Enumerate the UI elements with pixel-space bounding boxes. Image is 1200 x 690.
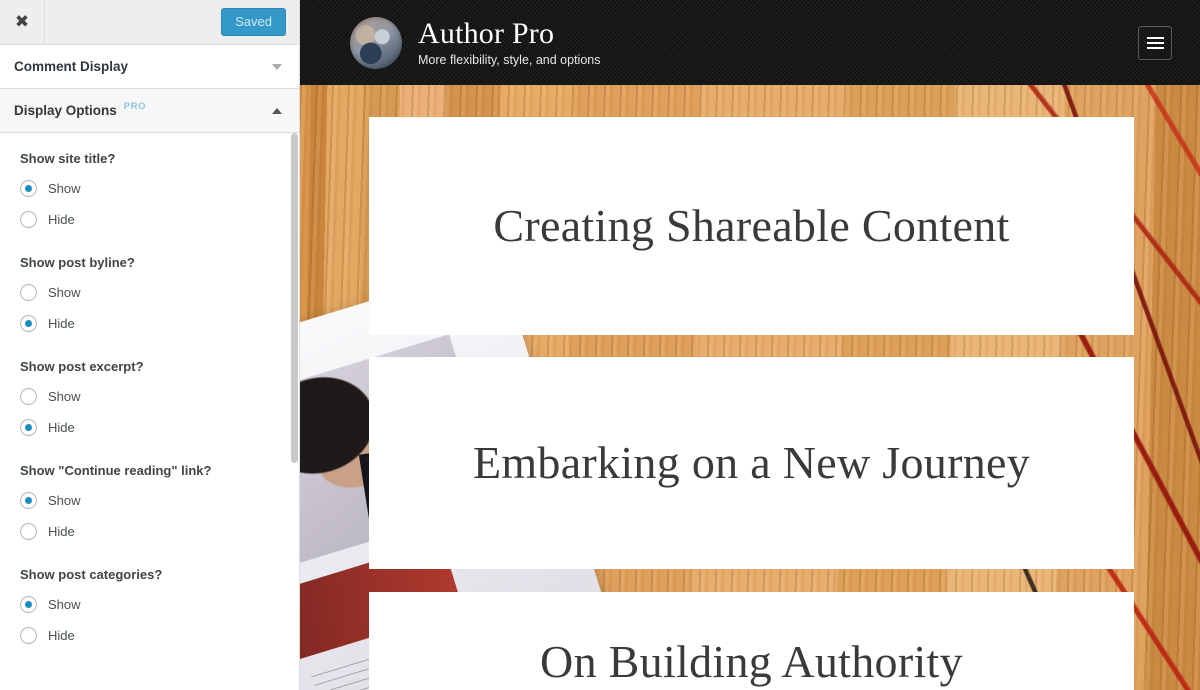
radio-indicator[interactable] [20, 284, 37, 301]
radio-option-show[interactable]: Show [20, 381, 279, 412]
radio-label: Hide [48, 628, 75, 643]
control-label: Show site title? [20, 151, 116, 166]
radio-option-hide[interactable]: Hide [20, 204, 279, 235]
section-display-options[interactable]: Display Options PRO [0, 89, 299, 133]
radio-option-hide[interactable]: Hide [20, 412, 279, 443]
post-list: Creating Shareable Content Embarking on … [369, 117, 1134, 690]
radio-label: Show [48, 597, 81, 612]
radio-indicator[interactable] [20, 180, 37, 197]
radio-option-show[interactable]: Show [20, 485, 279, 516]
radio-indicator[interactable] [20, 596, 37, 613]
radio-label: Hide [48, 212, 75, 227]
site-tagline: More flexibility, style, and options [418, 52, 601, 67]
close-customizer-button[interactable]: ✖ [0, 0, 45, 44]
post-card[interactable]: Creating Shareable Content [369, 117, 1134, 335]
pro-badge: PRO [123, 101, 147, 112]
control-label: Show "Continue reading" link? [20, 463, 212, 478]
radio-label: Hide [48, 524, 75, 539]
control-label: Show post excerpt? [20, 359, 144, 374]
section-title: Display Options [14, 103, 117, 118]
radio-label: Show [48, 493, 81, 508]
sidebar-scrollbar[interactable] [291, 133, 298, 463]
chevron-down-icon [272, 63, 282, 70]
radio-option-show[interactable]: Show [20, 277, 279, 308]
customizer-screen: ✖ Saved Comment Display Display Options … [0, 0, 1200, 690]
control-show-post-excerpt: Show post excerpt? Show Hide [0, 359, 299, 443]
control-label: Show post byline? [20, 255, 135, 270]
control-show-post-categories: Show post categories? Show Hide [0, 567, 299, 651]
post-card[interactable]: Embarking on a New Journey [369, 357, 1134, 569]
post-title: Embarking on a New Journey [472, 436, 1031, 488]
radio-option-hide[interactable]: Hide [20, 620, 279, 651]
control-show-post-byline: Show post byline? Show Hide [0, 255, 299, 339]
customizer-topbar: ✖ Saved [0, 0, 299, 45]
site-avatar [350, 16, 402, 69]
radio-option-show[interactable]: Show [20, 589, 279, 620]
radio-indicator[interactable] [20, 419, 37, 436]
radio-option-hide[interactable]: Hide [20, 308, 279, 339]
control-label: Show post categories? [20, 567, 163, 582]
radio-indicator[interactable] [20, 388, 37, 405]
hamburger-menu-icon[interactable] [1138, 25, 1172, 60]
hero-area: Creating Shareable Content Embarking on … [300, 85, 1200, 690]
radio-label: Show [48, 389, 81, 404]
display-options-panel: Show site title? Show Hide Show post byl… [0, 133, 299, 690]
section-comment-display[interactable]: Comment Display [0, 45, 299, 89]
radio-option-show[interactable]: Show [20, 173, 279, 204]
radio-label: Hide [48, 316, 75, 331]
site-header: Author Pro More flexibility, style, and … [300, 0, 1200, 85]
radio-option-hide[interactable]: Hide [20, 516, 279, 547]
site-branding[interactable]: Author Pro More flexibility, style, and … [350, 16, 601, 69]
post-title: Creating Shareable Content [493, 199, 1010, 251]
chevron-up-icon [272, 107, 282, 114]
radio-label: Show [48, 285, 81, 300]
radio-indicator[interactable] [20, 492, 37, 509]
close-x-icon: ✖ [14, 11, 30, 32]
radio-indicator[interactable] [20, 315, 37, 332]
menu-bar [1146, 36, 1164, 39]
post-title: On Building Authority [540, 636, 963, 687]
radio-indicator[interactable] [20, 523, 37, 540]
branding-text: Author Pro More flexibility, style, and … [418, 18, 601, 67]
site-preview: Author Pro More flexibility, style, and … [300, 0, 1200, 690]
control-show-site-title: Show site title? Show Hide [0, 151, 299, 235]
site-title: Author Pro [418, 17, 555, 51]
radio-label: Hide [48, 420, 75, 435]
menu-bar [1146, 46, 1164, 49]
radio-label: Show [48, 181, 81, 196]
control-show-continue-reading-link: Show "Continue reading" link? Show Hide [0, 463, 299, 547]
radio-indicator[interactable] [20, 211, 37, 228]
menu-bar [1146, 41, 1164, 44]
radio-indicator[interactable] [20, 627, 37, 644]
save-button[interactable]: Saved [221, 8, 286, 36]
post-card[interactable]: On Building Authority [369, 592, 1134, 690]
section-title: Comment Display [14, 59, 129, 74]
customizer-sidebar: ✖ Saved Comment Display Display Options … [0, 0, 300, 690]
